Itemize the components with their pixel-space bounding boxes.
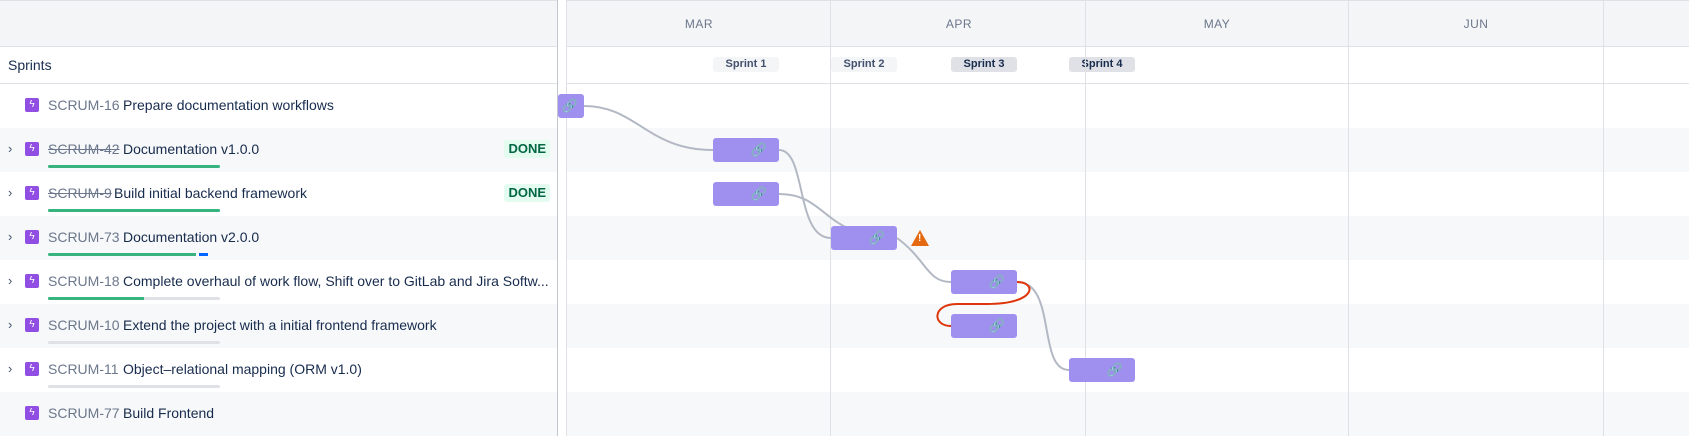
progress-in-progress bbox=[199, 253, 208, 256]
roadmap-bar[interactable]: 🔗 bbox=[558, 94, 584, 118]
issue-list-header bbox=[0, 0, 557, 47]
issue-key[interactable]: SCRUM-42 bbox=[48, 141, 120, 157]
chevron-right-icon[interactable]: › bbox=[8, 272, 12, 290]
progress-done bbox=[48, 209, 220, 212]
roadmap-view: Sprints ϟ SCRUM-16 Prepare documentation… bbox=[0, 0, 1689, 436]
issue-summary[interactable]: Build Frontend bbox=[123, 405, 214, 421]
issue-row[interactable]: ϟ SCRUM-16 Prepare documentation workflo… bbox=[0, 84, 557, 128]
issue-summary[interactable]: Object–relational mapping (ORM v1.0) bbox=[123, 361, 362, 377]
issue-key[interactable]: SCRUM-9 bbox=[48, 185, 112, 201]
progress-done bbox=[48, 165, 220, 168]
chevron-right-icon[interactable]: › bbox=[8, 316, 12, 334]
epic-lightning-icon: ϟ bbox=[25, 186, 39, 200]
issue-key[interactable]: SCRUM-11 bbox=[48, 361, 119, 377]
roadmap-bar[interactable]: 🔗 bbox=[1069, 358, 1135, 382]
progress-bar bbox=[48, 165, 220, 168]
timeline-pane: MAR APR MAY JUN Sprint 1 Sprint 2 Sprint… bbox=[558, 0, 1689, 436]
epic-lightning-icon: ϟ bbox=[25, 406, 39, 420]
roadmap-bar[interactable]: 🔗 bbox=[951, 270, 1017, 294]
issue-list-pane: Sprints ϟ SCRUM-16 Prepare documentation… bbox=[0, 0, 557, 436]
issue-row[interactable]: › ϟ SCRUM-10 Extend the project with a i… bbox=[0, 304, 557, 348]
epic-lightning-icon: ϟ bbox=[25, 142, 39, 156]
roadmap-bar[interactable]: 🔗 bbox=[713, 182, 779, 206]
link-icon[interactable]: 🔗 bbox=[751, 186, 767, 202]
sprints-label: Sprints bbox=[8, 57, 52, 73]
roadmap-bar[interactable]: 🔗 bbox=[831, 226, 897, 250]
issue-summary[interactable]: Complete overhaul of work flow, Shift ov… bbox=[123, 273, 551, 289]
chevron-right-icon[interactable]: › bbox=[8, 140, 12, 158]
issue-summary[interactable]: Extend the project with a initial fronte… bbox=[123, 317, 437, 333]
issue-summary[interactable]: Documentation v1.0.0 bbox=[123, 141, 259, 157]
issue-key[interactable]: SCRUM-18 bbox=[48, 273, 120, 289]
issue-summary[interactable]: Prepare documentation workflows bbox=[123, 97, 334, 113]
chevron-right-icon[interactable]: › bbox=[8, 228, 12, 246]
issue-summary[interactable]: Documentation v2.0.0 bbox=[123, 229, 259, 245]
chevron-right-icon[interactable]: › bbox=[8, 184, 12, 202]
epic-lightning-icon: ϟ bbox=[25, 362, 39, 376]
epic-lightning-icon: ϟ bbox=[25, 318, 39, 332]
issue-key[interactable]: SCRUM-16 bbox=[48, 97, 120, 113]
issue-row[interactable]: › ϟ SCRUM-42 Documentation v1.0.0 DONE bbox=[0, 128, 557, 172]
issue-row[interactable]: › ϟ SCRUM-73 Documentation v2.0.0 bbox=[0, 216, 557, 260]
link-icon[interactable]: 🔗 bbox=[989, 274, 1005, 290]
epic-lightning-icon: ϟ bbox=[25, 274, 39, 288]
progress-bar bbox=[48, 253, 220, 256]
epic-lightning-icon: ϟ bbox=[25, 230, 39, 244]
issue-key[interactable]: SCRUM-77 bbox=[48, 405, 120, 421]
roadmap-bar[interactable]: 🔗 bbox=[951, 314, 1017, 338]
progress-bar bbox=[48, 341, 220, 344]
progress-done bbox=[48, 297, 145, 300]
progress-bar bbox=[48, 209, 220, 212]
issue-row[interactable]: ϟ SCRUM-77 Build Frontend bbox=[0, 392, 557, 436]
issue-row[interactable]: › ϟ SCRUM-18 Complete overhaul of work f… bbox=[0, 260, 557, 304]
link-icon[interactable]: 🔗 bbox=[989, 318, 1005, 334]
progress-bar bbox=[48, 297, 220, 300]
link-icon[interactable]: 🔗 bbox=[869, 230, 885, 246]
issue-key[interactable]: SCRUM-10 bbox=[48, 317, 120, 333]
link-icon[interactable]: 🔗 bbox=[1107, 362, 1123, 378]
progress-bar bbox=[48, 385, 220, 388]
issue-summary[interactable]: Build initial backend framework bbox=[114, 185, 307, 201]
issue-row[interactable]: › ϟ SCRUM-11 Object–relational mapping (… bbox=[0, 348, 557, 392]
warning-icon[interactable]: ! bbox=[911, 230, 929, 246]
status-badge: DONE bbox=[504, 184, 550, 202]
status-badge: DONE bbox=[504, 140, 550, 158]
issue-row[interactable]: › ϟ SCRUM-9 Build initial backend framew… bbox=[0, 172, 557, 216]
issue-key[interactable]: SCRUM-73 bbox=[48, 229, 120, 245]
chevron-right-icon[interactable]: › bbox=[8, 360, 12, 378]
roadmap-bar[interactable]: 🔗 bbox=[713, 138, 779, 162]
progress-done bbox=[48, 253, 196, 256]
sprints-row-label: Sprints bbox=[0, 47, 557, 84]
pane-divider[interactable] bbox=[557, 0, 558, 436]
link-icon[interactable]: 🔗 bbox=[751, 142, 767, 158]
epic-lightning-icon: ϟ bbox=[25, 98, 39, 112]
link-icon[interactable]: 🔗 bbox=[562, 98, 578, 114]
